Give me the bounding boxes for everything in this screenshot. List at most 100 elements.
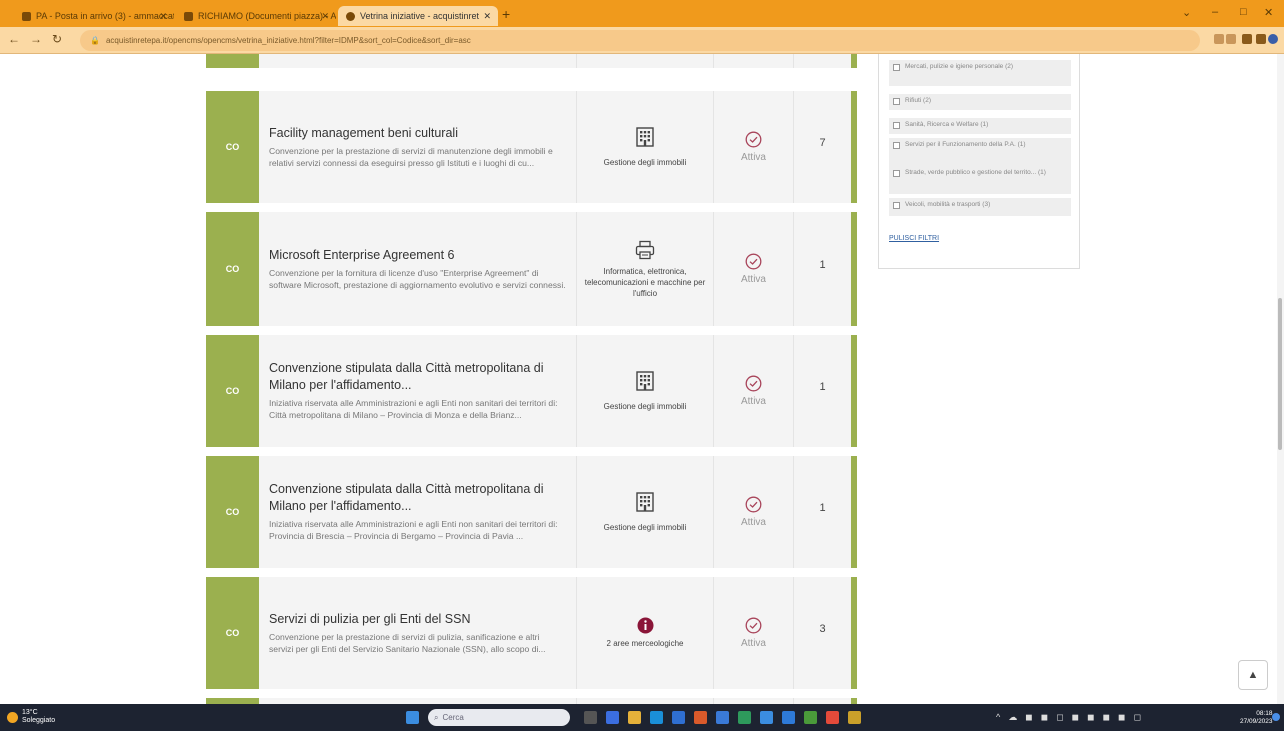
row-lots-count: 1 [819, 381, 826, 393]
taskbar-clock[interactable]: 08:18 27/09/2023 [1240, 710, 1273, 726]
row-lots-count: 7 [819, 137, 826, 149]
task-view-icon[interactable] [584, 711, 597, 724]
checkbox[interactable] [893, 122, 900, 129]
table-row[interactable]: CO Facility management beni culturali Co… [206, 91, 857, 203]
row-description: Iniziativa riservata alle Amministrazion… [269, 519, 558, 541]
row-category: 2 aree merceologiche [606, 639, 684, 648]
reload-icon[interactable]: ↻ [52, 32, 62, 46]
checkbox[interactable] [893, 64, 900, 71]
row-category-cell [577, 54, 714, 68]
check-circle-icon [745, 253, 762, 270]
close-window-icon[interactable]: ✕ [1264, 6, 1273, 19]
system-tray-icons[interactable]: ^☁◼◼◻◼◼◼◼◻ [996, 712, 1149, 723]
filter-option[interactable]: Mercati, pulizie e igiene personale (2) [889, 60, 1071, 86]
globe-icon [346, 11, 355, 21]
filter-label: Mercati, pulizie e igiene personale (2) [905, 63, 1014, 70]
weather-icon[interactable] [7, 712, 18, 723]
close-icon[interactable]: ✕ [321, 11, 329, 22]
row-main-cell [259, 54, 577, 68]
mail-icon [22, 11, 31, 21]
row-status-cell [714, 54, 794, 68]
weather-desc: Soleggiato [22, 717, 56, 724]
address-bar[interactable]: 🔒 acquistinretepa.it/opencms/opencms/vet… [80, 30, 1200, 51]
table-row[interactable]: CO Servizi di pulizia per gli Enti del S… [206, 577, 857, 689]
app-icon[interactable] [760, 711, 773, 724]
forward-icon[interactable]: → [30, 32, 42, 46]
check-circle-icon [745, 617, 762, 634]
star-icon[interactable] [1226, 34, 1236, 44]
row-status: Attiva [740, 638, 766, 649]
download-icon[interactable] [1242, 34, 1252, 44]
filter-option[interactable]: Veicoli, mobilità e trasporti (3) [889, 198, 1071, 216]
browser-tab-active[interactable]: Vetrina iniziative - acquistinret ✕ [338, 6, 498, 26]
maximize-icon[interactable]: □ [1240, 6, 1247, 18]
building-icon [636, 491, 654, 512]
scrollbar-thumb[interactable] [1278, 298, 1282, 450]
browser-tab[interactable]: PA - Posta in arrivo (3) - ammaccato ✕ [14, 6, 174, 26]
app-icon[interactable] [606, 711, 619, 724]
chevron-down-icon[interactable]: ⌄ [1182, 6, 1191, 19]
filter-option[interactable]: Sanità, Ricerca e Welfare (1) [889, 118, 1071, 134]
table-row[interactable]: CO Convenzione stipulata dalla Città met… [206, 456, 857, 568]
row-title[interactable]: Facility management beni culturali [269, 125, 566, 142]
row-title[interactable]: Microsoft Enterprise Agreement 6 [269, 247, 566, 264]
checkbox[interactable] [893, 98, 900, 105]
weather-widget[interactable]: 13°C Soleggiato [22, 709, 55, 725]
row-category: Informatica, elettronica, telecomunicazi… [584, 266, 706, 298]
browser-tab[interactable]: RICHIAMO (Documenti piazza) - A ✕ [176, 6, 336, 26]
clock-date: 27/09/2023 [1240, 718, 1273, 725]
chrome-icon[interactable] [826, 711, 839, 724]
reset-filters-link[interactable]: PULISCI FILTRI [889, 235, 939, 242]
browser-tab-strip: PA - Posta in arrivo (3) - ammaccato ✕ R… [0, 0, 1284, 27]
file-explorer-icon[interactable] [628, 711, 641, 724]
app-icon[interactable] [694, 711, 707, 724]
row-category: Gestione degli immobili [603, 401, 687, 411]
filter-option[interactable]: Rifiuti (2) [889, 94, 1071, 110]
table-row[interactable]: CO Convenzione stipulata dalla Città met… [206, 335, 857, 447]
row-lots-count: 3 [819, 623, 826, 635]
row-lots-count: 1 [819, 502, 826, 514]
app-icon[interactable] [672, 711, 685, 724]
back-to-top-button[interactable]: ▲ [1238, 660, 1268, 690]
row-code: CO [206, 577, 259, 689]
filter-label: Veicoli, mobilità e trasporti (3) [905, 201, 991, 208]
row-lots-cell [794, 54, 851, 68]
app-icon[interactable] [782, 711, 795, 724]
row-title[interactable]: Servizi di pulizia per gli Enti del SSN [269, 611, 566, 628]
table-row[interactable] [206, 54, 857, 68]
notification-icon[interactable] [1272, 713, 1280, 721]
windows-start-icon[interactable] [406, 711, 419, 724]
app-icon[interactable] [738, 711, 751, 724]
page-scrollbar[interactable] [1277, 54, 1284, 704]
row-title[interactable]: Convenzione stipulata dalla Città metrop… [269, 360, 566, 394]
minimize-icon[interactable]: – [1212, 6, 1218, 18]
row-description: Convenzione per la prestazione di serviz… [269, 631, 546, 654]
search-icon: ⌕ [434, 712, 439, 722]
row-title[interactable]: Convenzione stipulata dalla Città metrop… [269, 481, 566, 515]
filter-option[interactable]: Servizi per il Funzionamento della P.A. … [889, 138, 1071, 166]
checkbox[interactable] [893, 142, 900, 149]
row-code: CO [206, 335, 259, 447]
row-status: Attiva [740, 274, 766, 285]
sidebar-icon[interactable] [1256, 34, 1266, 44]
share-icon[interactable] [1214, 34, 1224, 44]
taskbar-search[interactable]: ⌕ Cerca [428, 709, 570, 726]
checkbox[interactable] [893, 170, 900, 177]
checkbox[interactable] [893, 202, 900, 209]
app-icon[interactable] [848, 711, 861, 724]
profile-avatar[interactable] [1268, 34, 1278, 44]
printer-icon [635, 240, 655, 259]
lock-icon: 🔒 [90, 36, 100, 45]
row-status: Attiva [740, 517, 766, 528]
close-icon[interactable]: ✕ [159, 11, 167, 22]
app-icon[interactable] [716, 711, 729, 724]
edge-icon[interactable] [650, 711, 663, 724]
row-description: Convenzione per la fornitura di licenze … [269, 267, 566, 290]
back-icon[interactable]: ← [8, 32, 20, 46]
filter-option[interactable]: Strade, verde pubblico e gestione del te… [889, 166, 1071, 194]
close-icon[interactable]: ✕ [483, 11, 491, 22]
table-row[interactable]: CO Microsoft Enterprise Agreement 6 Conv… [206, 212, 857, 326]
search-placeholder: Cerca [442, 713, 464, 722]
new-tab-icon[interactable]: + [502, 6, 510, 22]
app-icon[interactable] [804, 711, 817, 724]
